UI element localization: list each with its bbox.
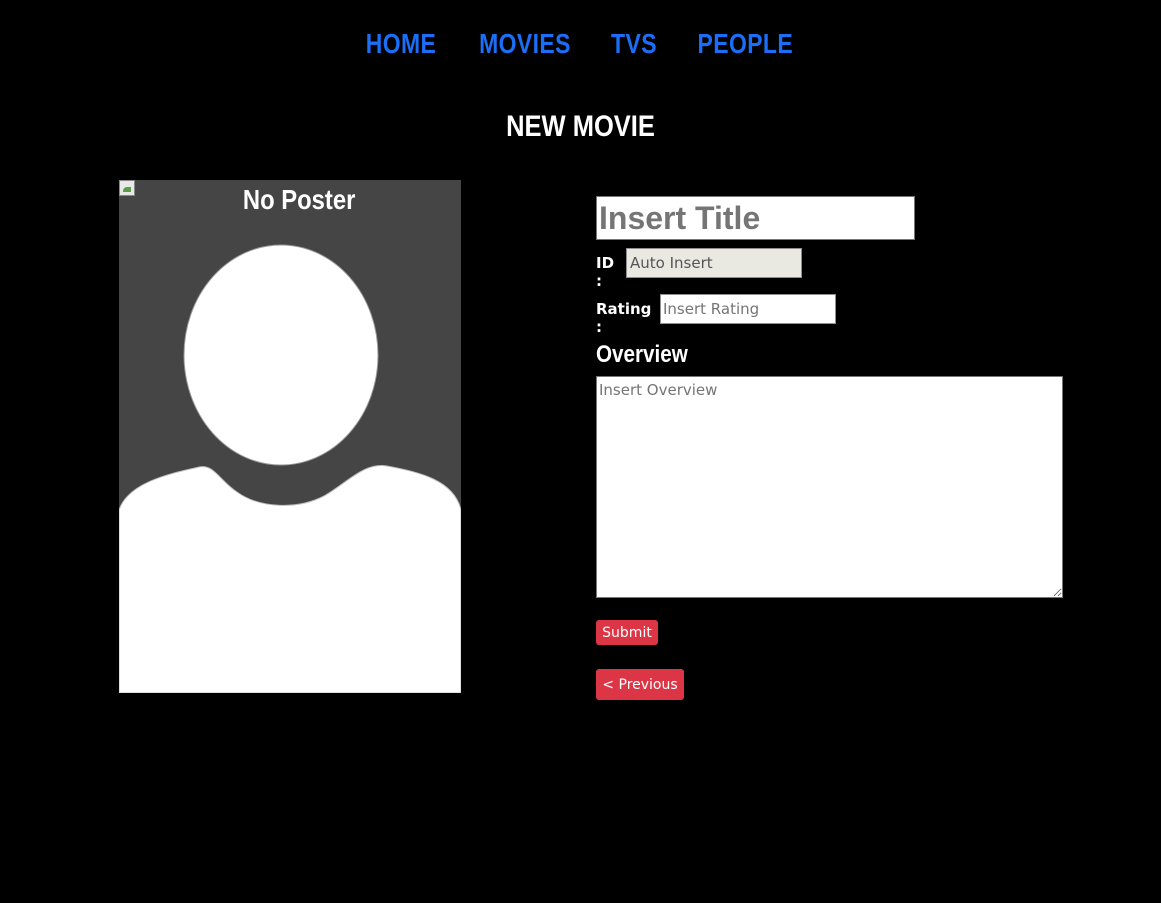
title-input[interactable] bbox=[596, 196, 915, 240]
overview-heading-text: Overview bbox=[596, 341, 688, 368]
avatar-placeholder-icon bbox=[119, 244, 461, 693]
nav-movies-link[interactable]: MOVIES bbox=[479, 28, 571, 60]
nav-tvs-link[interactable]: TVS bbox=[611, 28, 657, 60]
nav-people-link[interactable]: PEOPLE bbox=[697, 28, 793, 60]
main-nav: HOME MOVIES TVS PEOPLE bbox=[0, 28, 1161, 60]
page-title-text: NEW MOVIE bbox=[506, 110, 655, 143]
rating-input[interactable] bbox=[660, 294, 836, 324]
poster-image: No Poster bbox=[119, 180, 461, 693]
id-label: ID : bbox=[596, 254, 615, 290]
rating-label: Rating : bbox=[596, 300, 652, 336]
submit-button[interactable]: Submit bbox=[596, 620, 658, 645]
id-field[interactable] bbox=[626, 248, 802, 278]
overview-heading: Overview bbox=[596, 341, 703, 369]
poster-alt-label: No Poster bbox=[242, 184, 356, 215]
page-title: NEW MOVIE bbox=[0, 110, 1161, 144]
poster-alt-text: No Poster bbox=[119, 184, 461, 216]
overview-textarea[interactable] bbox=[596, 376, 1063, 598]
nav-home-link[interactable]: HOME bbox=[365, 28, 436, 60]
previous-button[interactable]: < Previous bbox=[596, 669, 684, 700]
